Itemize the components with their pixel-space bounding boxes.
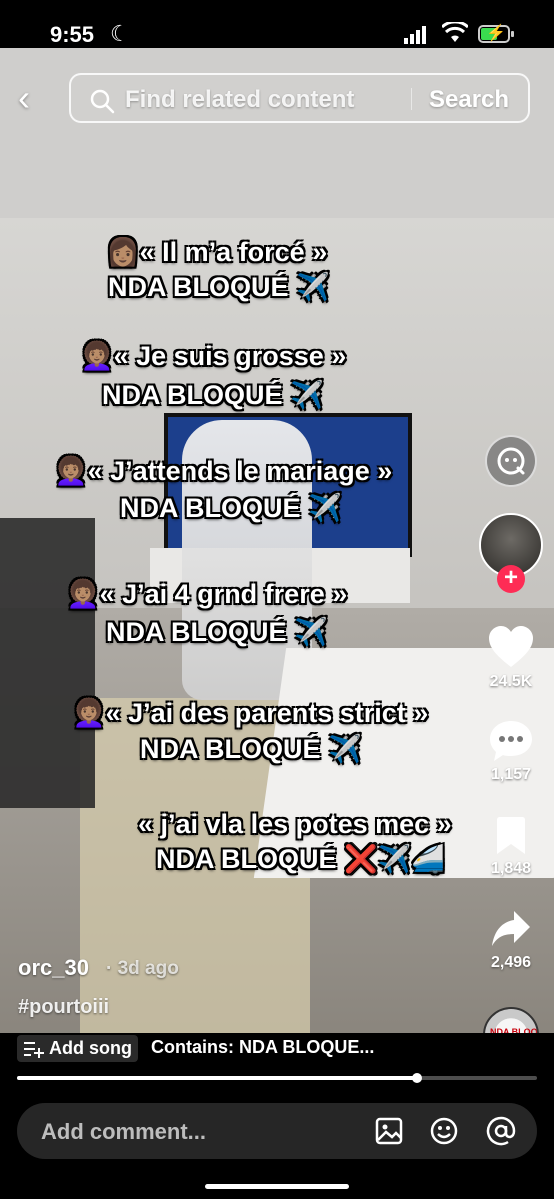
search-divider bbox=[411, 88, 412, 110]
video-progress-bar[interactable] bbox=[17, 1073, 537, 1083]
video-progress-fill bbox=[17, 1076, 418, 1080]
mention-at-icon[interactable] bbox=[486, 1116, 516, 1146]
back-icon[interactable]: ‹ bbox=[18, 78, 48, 118]
search-icon bbox=[90, 89, 115, 114]
video-chair bbox=[0, 518, 95, 808]
overlay-line: 👩🏽‍🦱« J’ai des parents strict » bbox=[72, 698, 429, 728]
bookmark-icon[interactable] bbox=[495, 816, 527, 856]
lens-icon bbox=[497, 447, 525, 475]
overlay-line: NDA BLOQUÉ ✈️ bbox=[108, 272, 330, 302]
overlay-line: 👩🏽‍🦱« Je suis grosse » bbox=[80, 341, 347, 371]
post-username[interactable]: orc_30 bbox=[18, 955, 89, 981]
overlay-line: NDA BLOQUÉ ✈️ bbox=[120, 493, 342, 523]
battery-tip bbox=[511, 31, 514, 37]
overlay-line: NDA BLOQUÉ ✈️ bbox=[106, 617, 328, 647]
search-lens-button[interactable] bbox=[485, 435, 537, 487]
image-icon[interactable] bbox=[374, 1116, 404, 1146]
comment-placeholder: Add comment... bbox=[41, 1119, 207, 1144]
emoji-sticker-icon[interactable] bbox=[429, 1116, 459, 1146]
cellular-signal-icon bbox=[404, 26, 426, 44]
status-bar: 9:55 ☾ ⚡ bbox=[0, 0, 554, 48]
playlist-add-icon bbox=[24, 1041, 44, 1058]
battery-icon: ⚡ bbox=[478, 25, 510, 43]
comment-bubble-icon[interactable] bbox=[488, 719, 534, 763]
share-count: 2,496 bbox=[490, 954, 532, 971]
comment-input[interactable]: Add comment... bbox=[17, 1103, 537, 1159]
status-time: 9:55 bbox=[50, 22, 95, 47]
bookmark-count: 1,848 bbox=[490, 860, 532, 877]
like-heart-icon[interactable] bbox=[487, 625, 535, 669]
search-placeholder: Find related content bbox=[125, 86, 355, 113]
search-input[interactable]: Find related content Search bbox=[69, 73, 530, 123]
overlay-line: 👩🏽« Il m’a forcé » bbox=[106, 237, 328, 267]
follow-plus-icon[interactable]: + bbox=[497, 565, 525, 593]
wifi-icon bbox=[442, 22, 468, 42]
like-count: 24.5K bbox=[489, 673, 533, 690]
music-contains-text[interactable]: Contains: NDA BLOQUE... bbox=[151, 1037, 374, 1058]
comment-count: 1,157 bbox=[490, 766, 532, 783]
moon-icon: ☾ bbox=[110, 21, 130, 46]
add-song-label: Add song bbox=[49, 1038, 132, 1058]
post-time-ago: · 3d ago bbox=[106, 958, 179, 979]
overlay-line: 👩🏽‍🦱« J’attends le mariage » bbox=[54, 456, 393, 486]
post-hashtag[interactable]: #pourtoiii bbox=[18, 996, 109, 1019]
add-song-button[interactable]: Add song bbox=[17, 1035, 138, 1062]
video-player[interactable] bbox=[0, 48, 554, 1033]
home-indicator bbox=[205, 1184, 349, 1189]
overlay-line: NDA BLOQUÉ ✈️ bbox=[102, 380, 324, 410]
overlay-line: « j’ai vla les potes mec » bbox=[138, 809, 452, 839]
overlay-line: NDA BLOQUÉ ✈️ bbox=[140, 734, 362, 764]
overlay-line: 👩🏽‍🦱« J’ai 4 grnd frere » bbox=[66, 579, 348, 609]
overlay-line: NDA BLOQUÉ ❌✈️🚄 bbox=[156, 844, 445, 874]
search-button[interactable]: Search bbox=[429, 86, 509, 114]
share-arrow-icon[interactable] bbox=[490, 909, 532, 949]
